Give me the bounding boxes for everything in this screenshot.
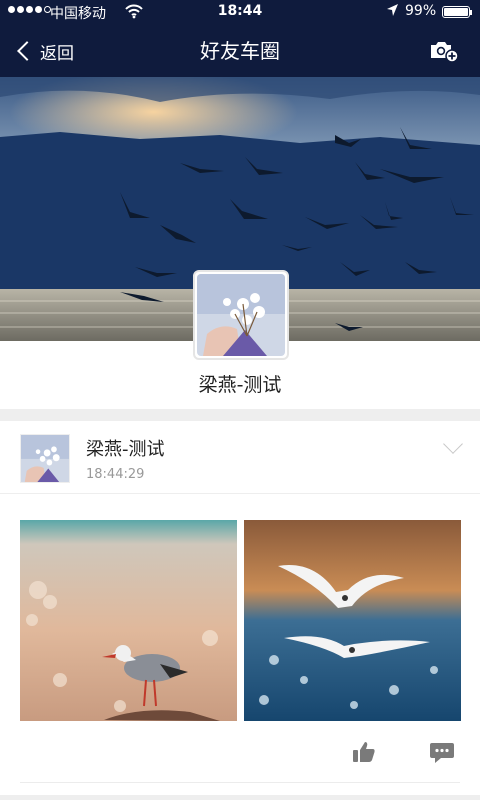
section-divider [0,409,480,421]
top-bar: 中国移动 18:44 99% 返回 好友车圈 [0,0,480,77]
post-divider [0,493,480,494]
battery-percent: 99% [405,3,437,19]
comment-icon[interactable] [429,741,455,765]
post-footer-divider [20,782,460,783]
post-timestamp: 18:44:29 [86,467,145,482]
camera-plus-icon[interactable] [428,39,460,63]
post-author-avatar[interactable] [20,434,70,483]
friends-circle-screen: 中国移动 18:44 99% 返回 好友车圈 梁燕-测试 梁燕-测试 18:44… [0,0,480,800]
navigation-bar: 返回 好友车圈 [0,24,480,77]
chevron-down-icon[interactable] [443,434,463,454]
like-icon[interactable] [352,741,376,763]
post-header: 梁燕-测试 18:44:29 [0,421,480,493]
location-arrow-icon [385,2,399,22]
post-photo-seagulls-flying[interactable] [244,520,461,721]
post-author-name[interactable]: 梁燕-测试 [86,435,165,461]
page-title: 好友车圈 [200,39,280,63]
profile-avatar[interactable] [193,270,289,360]
battery-icon [442,6,472,18]
post-photo-seagull-standing[interactable] [20,520,237,721]
profile-name: 梁燕-测试 [198,374,282,396]
bottom-section-divider [0,795,480,800]
status-bar: 中国移动 18:44 99% [0,0,480,24]
